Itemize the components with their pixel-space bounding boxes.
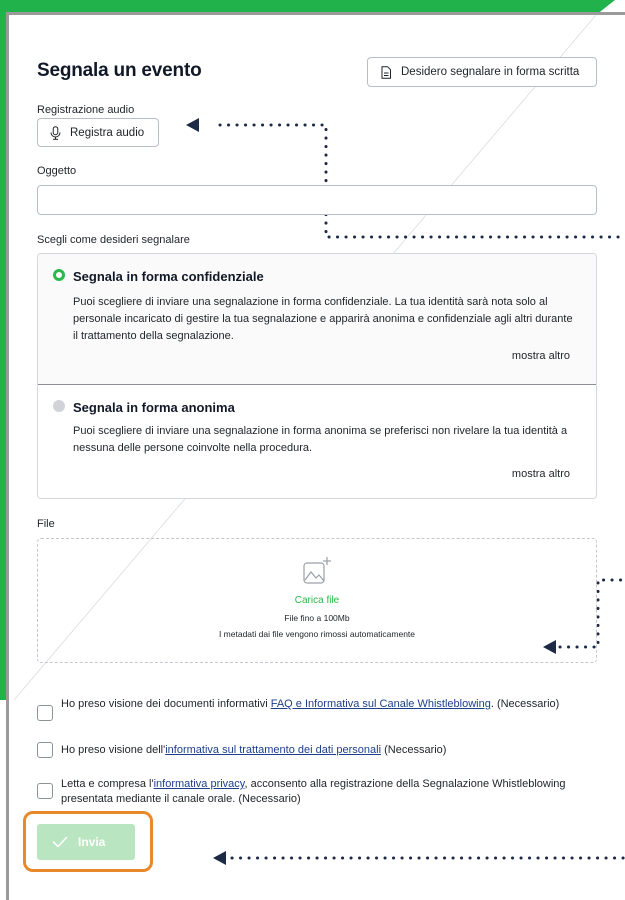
upload-file-link[interactable]: Carica file — [38, 595, 596, 606]
submit-button[interactable]: Invia — [37, 824, 135, 860]
show-more-link[interactable]: mostra altro — [512, 468, 570, 480]
mode-description: Puoi scegliere di inviare una segnalazio… — [73, 425, 568, 454]
file-size-limit: File fino a 100Mb — [284, 613, 350, 623]
metadata-note: I metadati dai file vengono rimossi auto… — [218, 629, 416, 639]
data-policy-link[interactable]: informativa sul trattamento dei dati per… — [165, 744, 381, 756]
file-label: File — [37, 518, 55, 530]
consent-text-faq: Ho preso visione dei documenti informati… — [61, 698, 560, 710]
consent-checkbox-faq[interactable] — [37, 705, 53, 721]
mode-description: Puoi scegliere di inviare una segnalazio… — [73, 296, 573, 342]
submit-label: Invia — [78, 835, 106, 849]
consent-checkbox-data[interactable] — [37, 742, 53, 758]
radio-selected[interactable] — [53, 269, 65, 281]
subject-input[interactable] — [37, 185, 597, 215]
file-dropzone[interactable]: Carica file File fino a 100Mb I metadati… — [37, 538, 597, 663]
consent-checkbox-privacy[interactable] — [37, 783, 53, 799]
show-more-link[interactable]: mostra altro — [512, 350, 570, 362]
radio-unselected[interactable] — [53, 400, 65, 412]
mode-label: Scegli come desideri segnalare — [37, 234, 190, 246]
write-report-button[interactable]: Desidero segnalare in forma scritta — [367, 57, 597, 87]
write-report-label: Desidero segnalare in forma scritta — [401, 66, 580, 78]
record-audio-button[interactable]: Registra audio — [37, 118, 159, 147]
page-title: Segnala un evento — [37, 60, 202, 81]
mode-title: Segnala in forma confidenziale — [73, 269, 264, 284]
mode-title: Segnala in forma anonima — [73, 400, 235, 415]
document-icon — [381, 65, 391, 79]
microphone-icon — [50, 125, 61, 140]
mode-option-confidential[interactable]: Segnala in forma confidenziale Puoi sceg… — [38, 254, 596, 385]
mode-option-anonymous[interactable]: Segnala in forma anonima Puoi scegliere … — [38, 385, 596, 498]
audio-label: Registrazione audio — [37, 104, 135, 116]
record-audio-label: Registra audio — [70, 126, 145, 139]
checkmark-icon — [52, 836, 68, 848]
report-mode-group: Segnala in forma confidenziale Puoi sceg… — [37, 253, 597, 499]
consent-text-data: Ho preso visione dell'informativa sul tr… — [61, 744, 447, 756]
consent-text-privacy: Letta e compresa l'informativa privacy, … — [61, 778, 566, 805]
privacy-link[interactable]: informativa privacy — [154, 778, 245, 790]
faq-link[interactable]: FAQ e Informativa sul Canale Whistleblow… — [271, 698, 491, 710]
subject-label: Oggetto — [37, 165, 77, 177]
image-upload-icon — [303, 557, 331, 584]
